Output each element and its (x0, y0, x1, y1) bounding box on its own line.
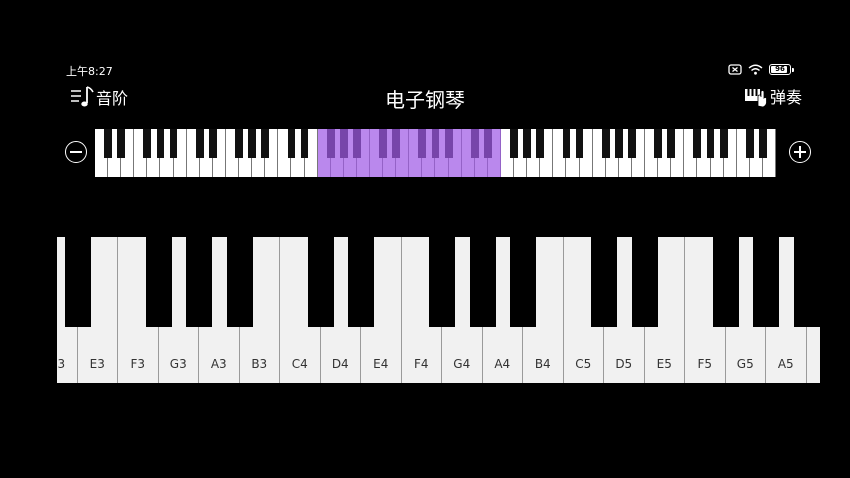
key-label: C4 (291, 357, 308, 371)
overview-black-key (287, 129, 296, 158)
status-time: 上午8:27 (66, 65, 113, 78)
piano-black-key[interactable] (510, 237, 536, 327)
overview-black-key (143, 129, 152, 158)
overview-black-key (195, 129, 204, 158)
overview-black-key (169, 129, 178, 158)
overview-black-key (654, 129, 663, 158)
piano-black-key[interactable] (753, 237, 779, 327)
piano-keyboard: D3 E3 F3 G3 A3 B3 C4 D4 E4 F4 G4 A4 B4 C5 D5 E5 F5 G5 A5 (57, 237, 820, 383)
overview-black-key (261, 129, 270, 158)
key-label: A5 (777, 357, 794, 371)
key-label: E3 (89, 357, 105, 371)
overview-black-key (523, 129, 532, 158)
key-label: G5 (736, 357, 754, 371)
piano-black-key[interactable] (145, 237, 172, 327)
key-label: B4 (534, 357, 551, 371)
piano-black-key[interactable] (64, 237, 91, 327)
zoom-out-button[interactable] (65, 141, 87, 163)
play-button[interactable]: 弹奏 (744, 84, 802, 108)
piano-black-key[interactable] (712, 237, 739, 327)
key-label: B3 (251, 357, 268, 371)
key-label: F3 (130, 357, 146, 371)
overview-black-key (614, 129, 623, 158)
overview-black-key (601, 129, 610, 158)
piano-black-key[interactable] (631, 237, 658, 327)
overview-black-key (562, 129, 571, 158)
top-bar: 音阶 电子钢琴 弹奏 (0, 82, 850, 114)
overview-black-key (706, 129, 715, 158)
piano-black-key[interactable] (348, 237, 374, 327)
overview-black-key (628, 129, 636, 158)
overview-black-key (536, 129, 545, 158)
key-label: A3 (210, 357, 227, 371)
overview-black-key (667, 129, 676, 158)
overview-black-key (326, 129, 335, 158)
overview-black-key (300, 129, 309, 158)
key-label: G3 (169, 357, 187, 371)
piano-black-key[interactable] (186, 237, 212, 327)
piano-black-key[interactable] (793, 237, 820, 327)
overview-black-key (719, 129, 728, 158)
play-label: 弹奏 (769, 88, 802, 107)
piano-black-key[interactable] (591, 237, 617, 327)
key-label: D5 (615, 357, 633, 371)
overview-black-key (156, 129, 165, 158)
wifi-icon (748, 64, 763, 75)
piano-black-key[interactable] (226, 237, 253, 327)
overview-black-key (352, 129, 361, 158)
overview-black-key (104, 129, 112, 158)
overview-black-key (117, 129, 126, 158)
overview-black-key (208, 129, 217, 158)
key-label: F5 (697, 357, 713, 371)
battery-icon: 96 (769, 64, 794, 75)
status-icons: 96 (728, 64, 794, 75)
key-label: E5 (656, 357, 672, 371)
sim-off-icon (728, 64, 742, 75)
key-label: A4 (494, 357, 511, 371)
overview-black-key (745, 129, 754, 158)
piano-hand-icon (744, 89, 767, 108)
keyboard-overview[interactable] (95, 129, 776, 177)
page-title: 电子钢琴 (385, 88, 465, 112)
overview-black-key (483, 129, 492, 158)
key-label: F4 (413, 357, 429, 371)
overview-black-key (470, 129, 479, 158)
overview-black-key (418, 129, 427, 158)
piano-black-key[interactable] (469, 237, 496, 327)
key-label: C5 (575, 357, 592, 371)
overview-black-key (339, 129, 348, 158)
key-label: G4 (453, 357, 471, 371)
key-label: D3 (57, 357, 66, 371)
piano-black-key[interactable] (429, 237, 455, 327)
zoom-in-button[interactable] (789, 141, 811, 163)
overview-black-key (379, 129, 388, 158)
piano-black-key[interactable] (307, 237, 334, 327)
overview-black-key (444, 129, 453, 158)
overview-black-key (693, 129, 702, 158)
overview-black-key (235, 129, 243, 158)
overview-black-key (248, 129, 257, 158)
battery-level: 96 (775, 65, 785, 73)
key-label: D4 (331, 357, 349, 371)
overview-black-key (758, 129, 767, 158)
overview-black-key (510, 129, 518, 158)
key-label: E4 (373, 357, 389, 371)
overview-black-key (431, 129, 440, 158)
overview-black-key (575, 129, 584, 158)
overview-black-key (392, 129, 401, 158)
